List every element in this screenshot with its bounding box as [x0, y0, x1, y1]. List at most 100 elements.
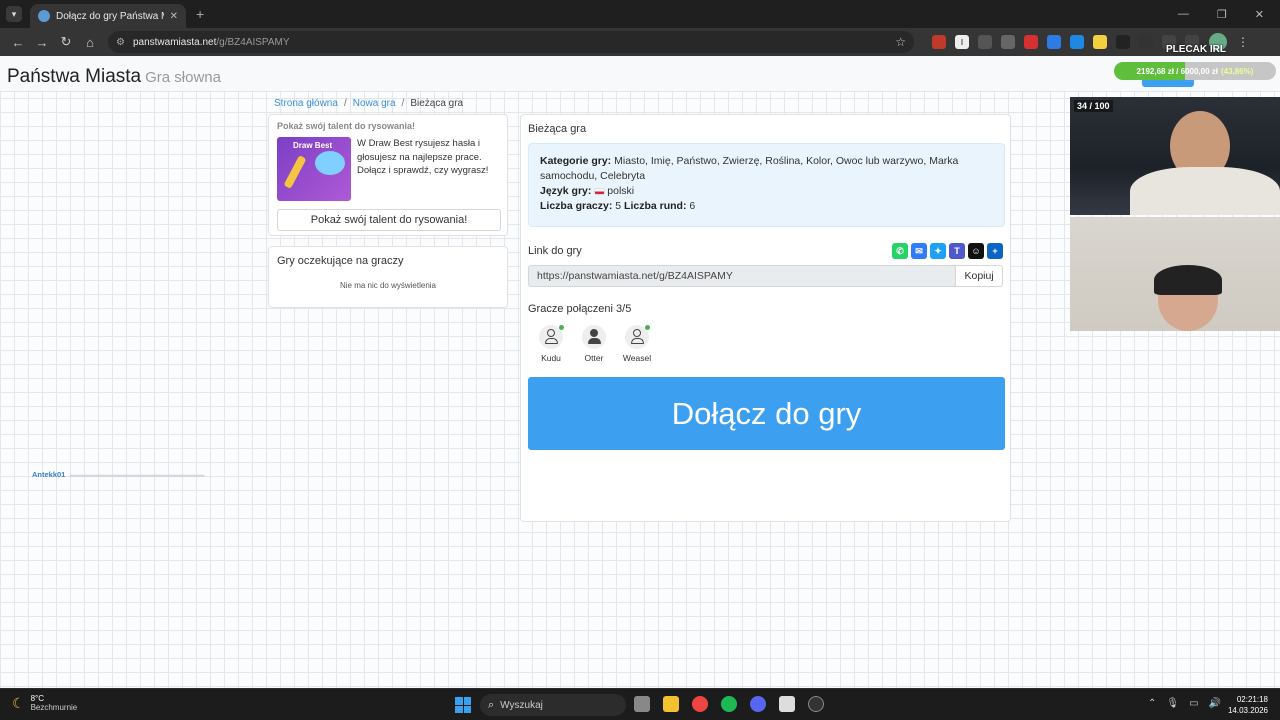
language-label: Język gry: — [540, 185, 592, 197]
browser-menu-icon[interactable]: ⋮ — [1237, 35, 1249, 49]
extension-icon[interactable] — [1116, 35, 1130, 49]
chrome-icon[interactable] — [692, 696, 708, 712]
minimize-icon[interactable]: — — [1178, 8, 1189, 21]
spotify-icon[interactable] — [721, 696, 737, 712]
extension-icon[interactable] — [978, 35, 992, 49]
player-item: Weasel — [623, 325, 651, 363]
snapchat-icon[interactable]: ☺ — [968, 243, 984, 259]
site-header: Państwa Miasta Gra słowna 2192,68 zł / 60… — [0, 56, 1280, 92]
restore-icon[interactable]: ❐ — [1217, 8, 1227, 21]
extension-icon[interactable]: I — [955, 35, 969, 49]
copy-link-button[interactable]: Kopiuj — [956, 265, 1003, 287]
promo-card: Pokaż swój talent do rysowania! Draw Bes… — [268, 114, 508, 236]
players-count-value: 5 — [615, 200, 622, 212]
donation-amount: 2192,68 zł — [1136, 66, 1174, 76]
site-brand[interactable]: Państwa Miasta Gra słowna — [7, 66, 221, 88]
chat-username: Antekk01 — [32, 470, 66, 479]
window-close-icon[interactable]: ✕ — [1255, 8, 1264, 21]
waiting-games-empty: Nie ma nic do wyświetlenia — [339, 281, 437, 290]
tray-chevron-icon[interactable]: ⌃ — [1148, 698, 1156, 709]
browser-tabbar: ▾ Dołącz do gry Państwa Miasta ✕ + — ❐ ✕ — [0, 0, 1280, 28]
online-indicator — [645, 325, 650, 330]
file-explorer-icon[interactable] — [663, 696, 679, 712]
notepad-icon[interactable] — [779, 696, 795, 712]
browser-tab-active[interactable]: Dołącz do gry Państwa Miasta ✕ — [30, 4, 186, 28]
taskbar-apps — [634, 696, 824, 712]
headphones-icon — [1154, 265, 1222, 295]
tab-title: Dołącz do gry Państwa Miasta — [56, 10, 164, 22]
taskbar-search[interactable]: ⌕ Wyszukaj — [480, 694, 626, 716]
language-value: polski — [607, 185, 635, 197]
tab-search-icon[interactable]: ▾ — [6, 6, 22, 22]
whatsapp-icon[interactable]: ✆ — [892, 243, 908, 259]
home-icon[interactable]: ⌂ — [78, 35, 102, 50]
donation-progress-bar: 2192,68 zł / 6000,00 zł (43,86%) — [1114, 62, 1276, 80]
start-icon[interactable] — [455, 697, 471, 713]
game-link-input[interactable]: https://panstwamiasta.net/g/BZ4AISPAMY — [528, 265, 957, 287]
address-bar[interactable]: ⚙ panstwamiasta.net/g/BZ4AISPAMY ☆ — [108, 31, 914, 53]
stream-chat-line: Antekk01 ▬▬▬▬▬▬▬▬▬▬▬▬▬▬▬▬▬▬ — [32, 470, 205, 479]
webcam-top: 34 / 100 — [1070, 97, 1280, 215]
breadcrumb-current: Bieżąca gra — [410, 98, 464, 109]
donation-goal: 6000,00 zł — [1180, 66, 1218, 76]
extension-icon[interactable] — [1024, 35, 1038, 49]
join-game-button[interactable]: Dołącz do gry — [528, 377, 1005, 450]
task-view-icon[interactable] — [634, 696, 650, 712]
bookmark-star-icon[interactable]: ☆ — [895, 35, 906, 49]
volume-icon[interactable]: 🔊 — [1209, 698, 1221, 709]
player-name: Kudu — [541, 353, 561, 363]
tab-close-icon[interactable]: ✕ — [170, 11, 178, 22]
share-more-icon[interactable]: + — [987, 243, 1003, 259]
weather-widget[interactable]: ☾ 8°C Bezchmurnie — [12, 694, 77, 712]
players-count-label: Liczba graczy: — [540, 200, 613, 212]
extension-icon[interactable] — [1001, 35, 1015, 49]
game-link-label: Link do gry — [528, 245, 582, 257]
microphone-icon[interactable]: 🎙 — [1166, 698, 1179, 709]
waiting-games-title: Gry oczekujące na graczy — [277, 255, 404, 267]
site-info-icon[interactable]: ⚙ — [116, 37, 125, 48]
categories-label: Kategorie gry: — [540, 155, 612, 167]
teams-icon[interactable]: T — [949, 243, 965, 259]
new-tab-icon[interactable]: + — [196, 6, 204, 22]
obs-icon[interactable] — [808, 696, 824, 712]
extension-icon[interactable] — [1093, 35, 1107, 49]
player-name: Weasel — [622, 353, 652, 363]
extension-icon[interactable] — [1047, 35, 1061, 49]
brush-icon — [283, 155, 307, 189]
webcam-bottom — [1070, 217, 1280, 331]
waiting-games-card: Gry oczekujące na graczy Nie ma nic do w… — [268, 246, 508, 308]
polish-flag-icon — [594, 187, 606, 195]
user-avatar-icon — [625, 325, 650, 349]
speech-bubble-icon — [315, 151, 345, 175]
forward-icon[interactable]: → — [30, 35, 54, 50]
twitter-icon[interactable]: ✦ — [930, 243, 946, 259]
player-item: Otter — [580, 325, 608, 363]
extension-icon[interactable] — [1139, 35, 1153, 49]
reload-icon[interactable]: ↻ — [54, 34, 78, 50]
site-favicon-icon — [38, 10, 50, 22]
current-game-title: Bieżąca gra — [528, 123, 587, 135]
taskbar-clock[interactable]: 02:21:18 14.03.2026 — [1228, 694, 1268, 716]
brand-subtitle: Gra słowna — [145, 69, 221, 86]
connected-players-list: Kudu Otter Weasel — [528, 325, 1003, 363]
promo-button[interactable]: Pokaż swój talent do rysowania! — [277, 209, 501, 231]
breadcrumb-home[interactable]: Strona główna — [274, 98, 338, 109]
draw-best-image-title: Draw Best — [293, 141, 333, 150]
weather-temp: 8°C — [30, 694, 44, 703]
promo-heading: Pokaż swój talent do rysowania! — [277, 121, 416, 131]
discord-icon[interactable] — [750, 696, 766, 712]
clock-date: 14.03.2026 — [1227, 706, 1268, 715]
draw-best-image[interactable]: Draw Best — [277, 137, 351, 201]
messenger-icon[interactable]: ✉ — [911, 243, 927, 259]
weather-desc: Bezchmurnie — [30, 703, 78, 712]
player-name: Otter — [584, 353, 604, 363]
back-icon[interactable]: ← — [6, 35, 30, 50]
extension-icon[interactable] — [1070, 35, 1084, 49]
breadcrumb-new-game[interactable]: Nowa gra — [353, 98, 396, 109]
taskbar-search-label: Wyszukaj — [500, 699, 543, 711]
extension-icon[interactable] — [932, 35, 946, 49]
game-info-box: Kategorie gry: Miasto, Imię, Państwo, Zw… — [528, 143, 1005, 227]
donate-button[interactable] — [1142, 80, 1194, 87]
network-icon[interactable]: ▭ — [1189, 698, 1198, 709]
promo-text: W Draw Best rysujesz hasła i głosujesz n… — [357, 138, 489, 176]
